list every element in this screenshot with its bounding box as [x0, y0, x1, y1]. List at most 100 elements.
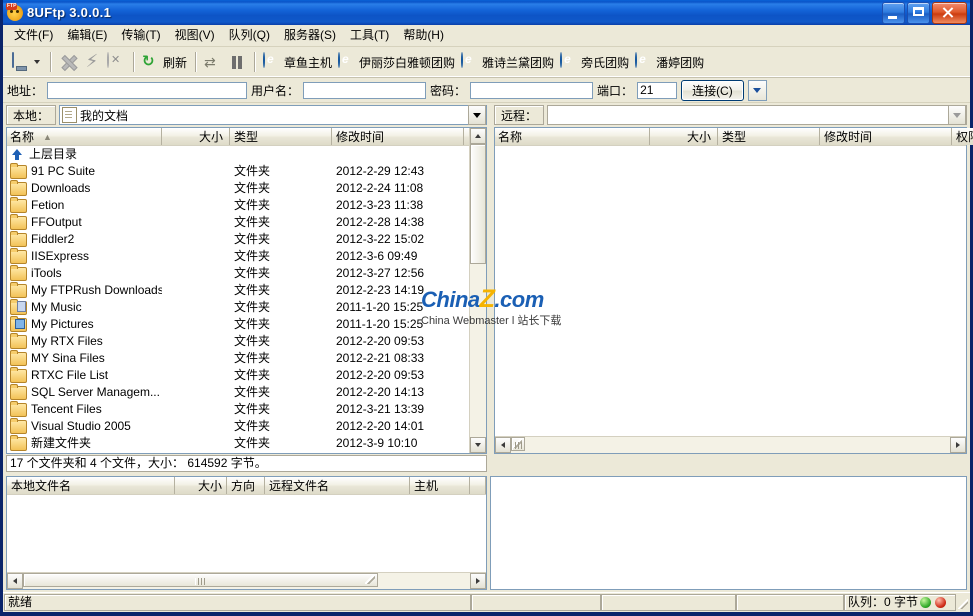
toolbar-link-0[interactable]: 章鱼主机: [260, 50, 335, 74]
scroll-track[interactable]: [470, 144, 486, 437]
table-row[interactable]: Visual Studio 2005 文件夹 2012-2-20 14:01: [7, 418, 469, 435]
remote-status-spacer: [491, 454, 970, 474]
menu-file[interactable]: 文件(F): [7, 26, 60, 45]
table-row-parent-directory[interactable]: 上层目录: [7, 146, 469, 163]
toolbar-link-4[interactable]: 潘婷团购: [632, 50, 707, 74]
port-input[interactable]: [637, 81, 678, 99]
scroll-left-button[interactable]: [495, 437, 511, 453]
table-row[interactable]: Fiddler2 文件夹 2012-3-22 15:02: [7, 231, 469, 248]
remote-path-dropdown[interactable]: [948, 105, 966, 125]
cell-date: 2012-3-21 13:39: [336, 402, 425, 416]
table-row[interactable]: IISExpress 文件夹 2012-3-6 09:49: [7, 248, 469, 265]
column-header-size[interactable]: 大小: [650, 128, 718, 145]
cell-size: [162, 214, 230, 231]
table-row[interactable]: My RTX Files 文件夹 2012-2-20 09:53: [7, 333, 469, 350]
table-row[interactable]: 91 PC Suite 文件夹 2012-2-29 12:43: [7, 163, 469, 180]
menu-view[interactable]: 视图(V): [168, 26, 222, 45]
table-row[interactable]: MY Sina Files 文件夹 2012-2-21 08:33: [7, 350, 469, 367]
connect-dropdown-button[interactable]: [747, 79, 767, 101]
scroll-track[interactable]: [511, 437, 950, 453]
site-manager-button[interactable]: [9, 50, 45, 74]
chevron-down-icon[interactable]: [34, 60, 40, 64]
table-row[interactable]: RTXC File List 文件夹 2012-2-20 09:53: [7, 367, 469, 384]
minimize-button[interactable]: [882, 1, 905, 24]
table-row[interactable]: My FTPRush Downloads 文件夹 2012-2-23 14:19: [7, 282, 469, 299]
toolbar-link-1[interactable]: 伊丽莎白雅顿团购: [335, 50, 458, 74]
cell-type: 文件夹: [234, 249, 271, 263]
abort-button[interactable]: [104, 50, 128, 74]
cell-size: [162, 180, 230, 197]
column-header-direction[interactable]: 方向: [227, 477, 265, 494]
column-header-local-filename[interactable]: 本地文件名: [7, 477, 175, 494]
queue-list[interactable]: 本地文件名 大小 方向 远程文件名 主机: [6, 476, 487, 590]
connect-button[interactable]: 连接(C): [681, 79, 744, 101]
column-header-type[interactable]: 类型: [718, 128, 820, 145]
transfer-button[interactable]: ⇄: [201, 50, 225, 74]
table-row[interactable]: My Pictures 文件夹 2011-1-20 15:25: [7, 316, 469, 333]
column-header-date[interactable]: 修改时间: [820, 128, 952, 145]
menu-tools[interactable]: 工具(T): [343, 26, 396, 45]
transfer-log[interactable]: [490, 476, 967, 590]
menu-edit[interactable]: 编辑(E): [60, 26, 114, 45]
cell-type: 文件夹: [234, 232, 271, 246]
scroll-thumb[interactable]: [23, 573, 378, 587]
toolbar-link-2[interactable]: 雅诗兰黛团购: [458, 50, 557, 74]
local-path-dropdown[interactable]: [468, 105, 486, 125]
column-header-type[interactable]: 类型: [230, 128, 332, 145]
cell-date: 2011-1-20 15:25: [336, 317, 424, 331]
scroll-track[interactable]: [23, 573, 470, 589]
column-header-name[interactable]: 名称 ▲: [7, 128, 162, 145]
table-row[interactable]: iTools 文件夹 2012-3-27 12:56: [7, 265, 469, 282]
column-header-remote-filename[interactable]: 远程文件名: [265, 477, 410, 494]
column-header-date[interactable]: 修改时间: [332, 128, 464, 145]
address-input[interactable]: [47, 81, 248, 99]
pause-button[interactable]: [225, 50, 249, 74]
remote-rows-container[interactable]: [495, 146, 966, 436]
refresh-button[interactable]: ↻ 刷新: [139, 50, 190, 74]
password-input[interactable]: [470, 81, 594, 99]
table-row[interactable]: SQL Server Managem... 文件夹 2012-2-20 14:13: [7, 384, 469, 401]
queue-rows-container[interactable]: [7, 495, 486, 572]
cell-date: 2012-2-20 09:53: [336, 368, 425, 382]
local-rows-container[interactable]: 上层目录 91 PC Suite 文件夹 2012-2-29 12:43 Downloa…: [7, 146, 469, 453]
column-header-permissions[interactable]: 权限: [952, 128, 973, 145]
column-header-host[interactable]: 主机: [410, 477, 470, 494]
table-row[interactable]: FFOutput 文件夹 2012-2-28 14:38: [7, 214, 469, 231]
remote-path-combo[interactable]: [547, 105, 967, 125]
scroll-up-button[interactable]: [470, 128, 486, 144]
maximize-button[interactable]: [907, 1, 930, 24]
table-row[interactable]: My Music 文件夹 2011-1-20 15:25: [7, 299, 469, 316]
column-header-name[interactable]: 名称: [495, 128, 650, 145]
queue-horizontal-scrollbar[interactable]: [7, 572, 486, 589]
column-header-size[interactable]: 大小: [175, 477, 227, 494]
scroll-down-button[interactable]: [470, 437, 486, 453]
table-row[interactable]: Fetion 文件夹 2012-3-23 11:38: [7, 197, 469, 214]
cell-type: 文件夹: [234, 181, 271, 195]
scroll-right-button[interactable]: [950, 437, 966, 453]
remote-horizontal-scrollbar[interactable]: [495, 436, 966, 453]
username-input[interactable]: [303, 81, 427, 99]
close-button[interactable]: [932, 1, 967, 24]
table-row[interactable]: Tencent Files 文件夹 2012-3-21 13:39: [7, 401, 469, 418]
remote-file-list[interactable]: 名称 大小 类型 修改时间 权限: [494, 127, 973, 454]
transfer-log-content: [491, 477, 966, 589]
menu-server[interactable]: 服务器(S): [277, 26, 343, 45]
menu-queue[interactable]: 队列(Q): [222, 26, 277, 45]
local-path-combo[interactable]: 我的文档: [59, 105, 487, 125]
scroll-thumb[interactable]: [511, 437, 525, 451]
scroll-right-button[interactable]: [470, 573, 486, 589]
disconnect-button[interactable]: [56, 50, 80, 74]
folder-icon: [10, 367, 27, 383]
scroll-thumb[interactable]: [470, 144, 486, 264]
column-header-size[interactable]: 大小: [162, 128, 230, 145]
table-row[interactable]: Downloads 文件夹 2012-2-24 11:08: [7, 180, 469, 197]
local-file-list[interactable]: 名称 ▲ 大小 类型 修改时间 上层目录 91 PC Suite 文件夹 2012-2…: [6, 127, 487, 454]
quick-connect-button[interactable]: ⚡: [80, 50, 104, 74]
toolbar-link-3[interactable]: 旁氏团购: [557, 50, 632, 74]
resize-grip[interactable]: [956, 597, 970, 611]
menu-transfer[interactable]: 传输(T): [114, 26, 167, 45]
local-vertical-scrollbar[interactable]: [469, 128, 486, 453]
menu-help[interactable]: 帮助(H): [396, 26, 451, 45]
scroll-left-button[interactable]: [7, 573, 23, 589]
table-row[interactable]: 新建文件夹 文件夹 2012-3-9 10:10: [7, 435, 469, 452]
